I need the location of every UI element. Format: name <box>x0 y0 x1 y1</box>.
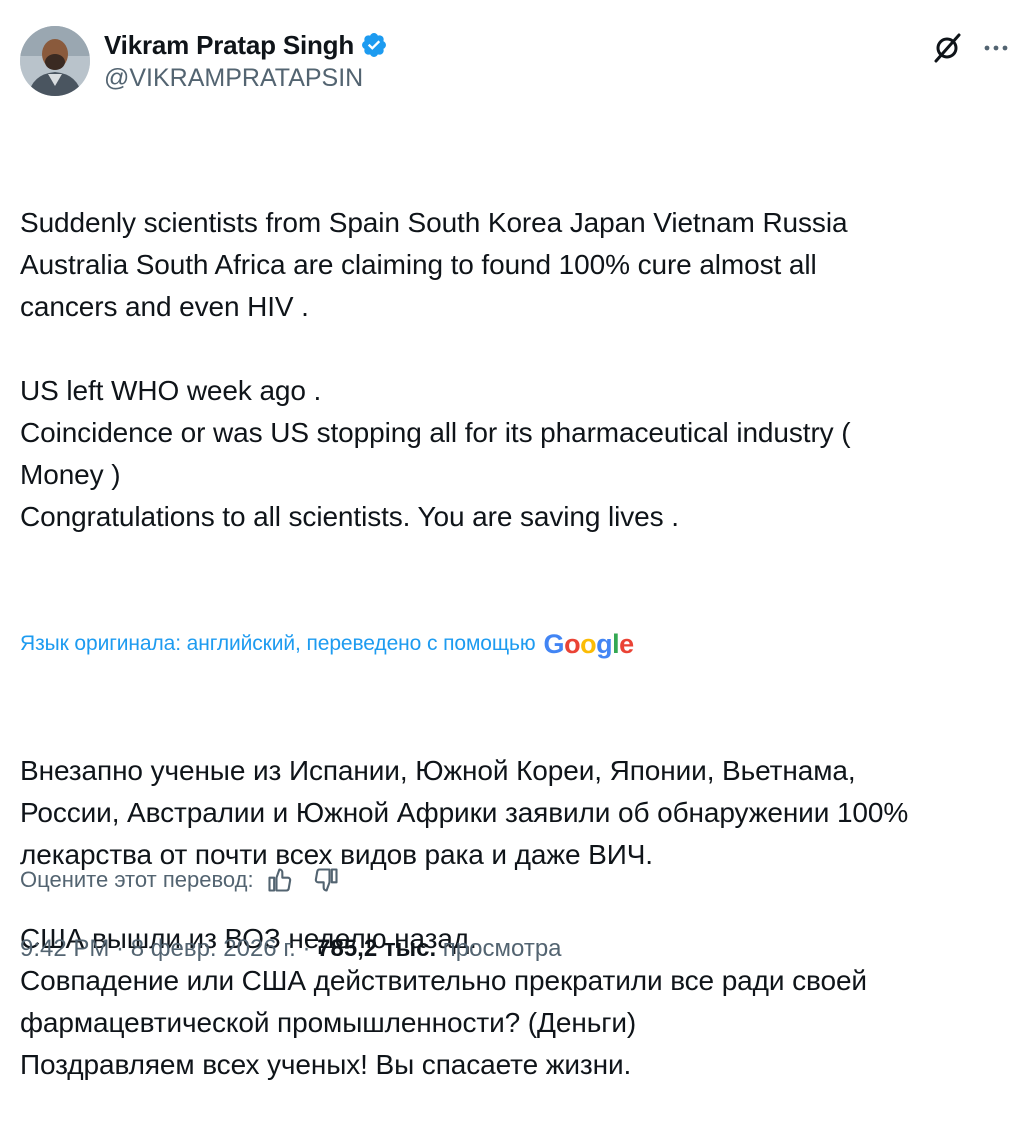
author-name-row: Vikram Pratap Singh <box>104 28 388 62</box>
user-avatar[interactable] <box>20 26 90 96</box>
tweet-translated-text: Внезапно ученые из Испании, Южной Кореи,… <box>20 755 909 1080</box>
tweet-date[interactable]: 8 февр. 2026 г. <box>131 935 296 963</box>
thumbs-up-icon[interactable] <box>266 866 294 894</box>
google-logo: Google <box>543 628 635 659</box>
tweet-time[interactable]: 9:42 PM <box>20 935 109 963</box>
meta-separator: · <box>109 935 131 962</box>
tweet-meta: 9:42 PM · 8 февр. 2026 г. · 785,2 тыс. п… <box>20 930 562 968</box>
verified-badge-icon[interactable] <box>360 31 388 59</box>
rate-translation-row: Оцените этот перевод: <box>20 862 340 898</box>
translation-note[interactable]: Язык оригинала: английский, переведено с… <box>20 622 1014 666</box>
tweet-header: Vikram Pratap Singh @VIKRAMPRATAPSIN <box>20 24 1014 98</box>
author-display-name[interactable]: Vikram Pratap Singh <box>104 30 354 61</box>
translation-note-label: Язык оригинала: английский, переведено с… <box>20 632 536 655</box>
meta-separator: · <box>295 935 318 962</box>
grok-icon[interactable] <box>930 30 966 66</box>
views-label: просмотра <box>436 935 562 962</box>
thumbs-down-icon[interactable] <box>312 866 340 894</box>
author-handle[interactable]: @VIKRAMPRATAPSIN <box>104 64 363 93</box>
tweet-original-text: Suddenly scientists from Spain South Kor… <box>20 207 851 532</box>
tweet-body: Suddenly scientists from Spain South Kor… <box>20 118 1014 1128</box>
views-count: 785,2 тыс. <box>317 935 437 962</box>
rate-translation-label: Оцените этот перевод: <box>20 867 254 892</box>
more-horizontal-icon[interactable] <box>978 30 1014 66</box>
